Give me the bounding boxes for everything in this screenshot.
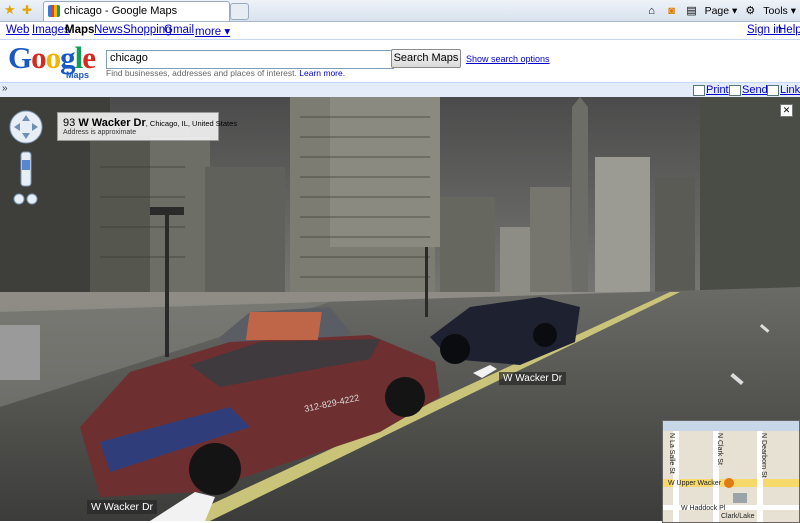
learn-more-link[interactable]: Learn more. — [299, 68, 345, 78]
gbar-news[interactable]: News — [94, 24, 123, 36]
address-box: 93 W Wacker Dr, Chicago, IL, United Stat… — [57, 112, 237, 141]
print-small-icon — [693, 85, 705, 96]
pegman-icon[interactable] — [724, 478, 734, 488]
link-link[interactable]: Link — [780, 84, 800, 96]
search-maps-button[interactable]: Search Maps — [391, 49, 461, 68]
help-link[interactable]: Help — [778, 24, 800, 36]
tab-title: chicago - Google Maps — [64, 5, 178, 17]
google-favicon-icon — [48, 5, 60, 17]
search-input[interactable]: chicago — [106, 50, 394, 69]
browser-toolbar: ★ ✚ chicago - Google Maps ⌂ ◙ ▤ Page ▾ ⚙… — [0, 0, 800, 22]
command-bar: ⌂ ◙ ▤ Page ▾ ⚙ Tools ▾ — [645, 2, 796, 19]
zoom-out-icon[interactable] — [13, 193, 25, 205]
gbar-web[interactable]: Web — [6, 24, 29, 36]
address-number: 93 — [63, 117, 76, 129]
new-tab-button[interactable] — [230, 3, 249, 20]
mini-label-clarklake: Clark/Lake — [721, 513, 755, 520]
address-line: 93 W Wacker Dr, Chicago, IL, United Stat… — [63, 117, 237, 129]
logo-sub: Maps — [66, 70, 90, 80]
gbar-more[interactable]: more ▾ — [195, 24, 230, 38]
favorites-star-icon[interactable]: ★ — [4, 3, 18, 17]
street-label-center: W Wacker Dr — [499, 372, 567, 385]
lamp-post — [165, 207, 169, 357]
address-city: , Chicago, IL, United States — [145, 119, 238, 128]
show-search-options-link[interactable]: Show search options — [466, 54, 550, 64]
page-menu[interactable]: Page ▾ — [705, 5, 738, 17]
address-street: W Wacker Dr — [78, 117, 146, 129]
sign-in-link[interactable]: Sign in — [747, 24, 782, 36]
gbar-gmail[interactable]: Gmail — [164, 24, 194, 36]
print-icon[interactable]: ▤ — [685, 4, 699, 18]
mini-label-lasalle: N La Salle St — [668, 433, 675, 474]
google-maps-logo[interactable]: Google Maps — [8, 42, 100, 81]
gbar-maps: Maps — [65, 24, 95, 36]
parked-car — [0, 325, 40, 380]
send-mail-icon — [729, 85, 741, 96]
print-link[interactable]: Print — [706, 84, 729, 96]
close-streetview-icon[interactable]: ✕ — [780, 104, 793, 117]
feeds-icon[interactable]: ◙ — [665, 4, 679, 18]
address-note: Address is approximate — [63, 129, 137, 136]
maps-header: Google Maps chicago Find businesses, add… — [0, 40, 800, 82]
mini-map[interactable]: N La Salle St N Clark St N Dearborn St W… — [662, 420, 800, 523]
mini-label-dearborn: N Dearborn St — [760, 433, 767, 478]
tools-menu[interactable]: Tools ▾ — [763, 5, 796, 17]
google-bar: Web Images Maps News Shopping Gmail more… — [0, 22, 800, 40]
add-favorites-icon[interactable]: ✚ — [22, 3, 32, 17]
zoom-in-icon[interactable] — [26, 193, 38, 205]
browser-tab[interactable]: chicago - Google Maps — [43, 1, 230, 21]
search-hint: Find businesses, addresses and places of… — [106, 68, 346, 78]
mini-label-haddock: W Haddock Pl — [681, 505, 726, 512]
tools-gear-icon: ⚙ — [745, 4, 756, 17]
send-link[interactable]: Send — [742, 84, 768, 96]
mini-label-clark: N Clark St — [716, 433, 723, 465]
street-label-bottom: W Wacker Dr — [87, 500, 158, 514]
home-icon[interactable]: ⌂ — [645, 4, 659, 18]
pan-zoom-control[interactable] — [6, 110, 46, 220]
map-toolbar: » Print Send Link — [0, 82, 800, 98]
mini-label-wacker: W Upper Wacker — [668, 480, 722, 487]
collapse-panel-icon[interactable]: » — [2, 83, 8, 94]
link-chain-icon — [767, 85, 779, 96]
